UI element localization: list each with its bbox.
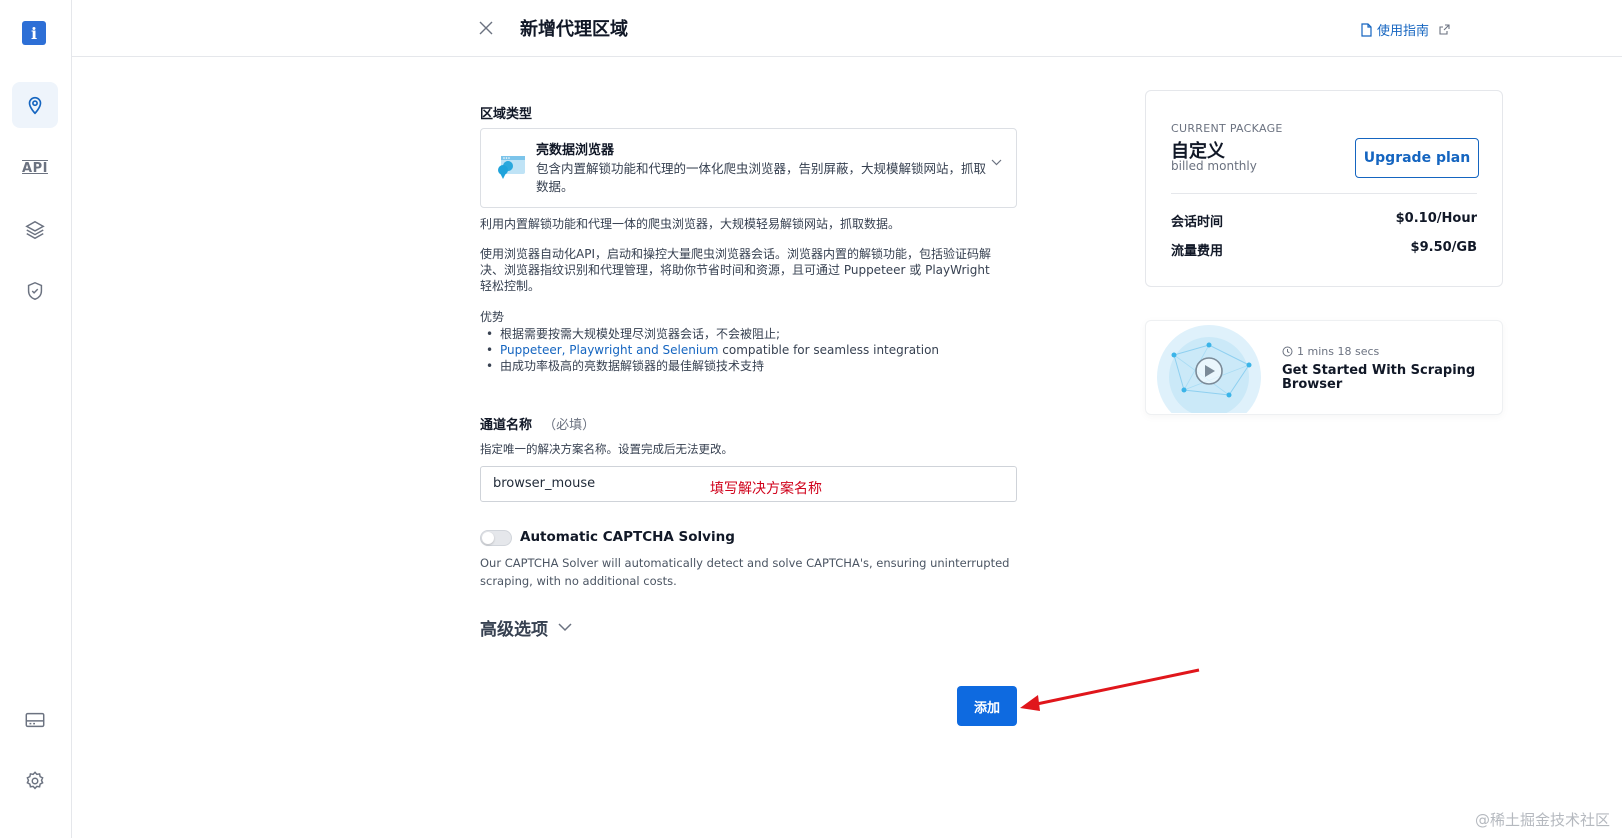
price-row: 流量费用 $9.50/GB	[1171, 240, 1477, 259]
shield-check-icon	[27, 281, 43, 301]
watermark: @稀土掘金技术社区	[1474, 811, 1610, 829]
page-header: 新增代理区域 使用指南	[72, 0, 1622, 57]
chevron-down-icon	[558, 623, 572, 632]
advantage-text: 根据需要按需大规模处理尽浏览器会话，不会被阻止;	[500, 327, 781, 341]
zone-type-description: 使用浏览器自动化API，启动和操控大量爬虫浏览器会话。浏览器内置的解锁功能，包括…	[480, 247, 991, 293]
add-button[interactable]: 添加	[957, 686, 1017, 726]
price-row: 会话时间 $0.10/Hour	[1171, 211, 1477, 230]
settings-gear-icon	[26, 771, 44, 790]
divider	[1171, 193, 1477, 194]
sidebar-item-settings[interactable]	[12, 758, 58, 804]
advantage-text: 由成功率极高的亮数据解锁器的最佳解锁技术支持	[500, 359, 765, 373]
clock-icon	[1282, 346, 1293, 357]
chevron-down-icon	[991, 159, 1002, 166]
sidebar-item-billing[interactable]	[12, 697, 58, 743]
browser-product-icon	[498, 156, 525, 179]
package-billing: billed monthly	[1171, 159, 1257, 173]
advantage-item: 根据需要按需大规模处理尽浏览器会话，不会被阻止;	[480, 326, 1020, 342]
zone-type-label: 区域类型	[480, 107, 533, 122]
document-icon	[1361, 22, 1372, 37]
captcha-description: Our CAPTCHA Solver will automatically de…	[480, 556, 1010, 588]
video-title: Get Started With Scraping Browser	[1282, 363, 1476, 392]
channel-name-input[interactable]: browser_mouse 填写解决方案名称	[480, 466, 1017, 502]
layers-icon	[25, 220, 45, 240]
location-pin-icon	[28, 96, 42, 115]
advanced-options-toggle[interactable]: 高级选项	[480, 615, 572, 640]
advantages-list: 根据需要按需大规模处理尽浏览器会话，不会被阻止; Puppeteer, Play…	[480, 326, 1020, 374]
price-label: 流量费用	[1171, 244, 1224, 259]
sidebar: i API	[0, 0, 72, 838]
duration-text: 1 mins 18 secs	[1297, 345, 1380, 358]
advantage-text: compatible for seamless integration	[718, 343, 940, 357]
sidebar-item-security[interactable]	[12, 268, 58, 314]
globe-video-thumbnail	[1157, 325, 1261, 413]
captcha-toggle[interactable]	[480, 530, 512, 546]
price-value: $9.50/GB	[1410, 240, 1477, 255]
guide-label: 使用指南	[1377, 24, 1430, 39]
required-hint: （必填）	[543, 418, 596, 433]
channel-label: 通道名称	[480, 418, 533, 433]
sidebar-item-proxies[interactable]	[12, 82, 58, 128]
guide-link[interactable]: 使用指南	[1360, 20, 1450, 39]
package-caption: CURRENT PACKAGE	[1171, 122, 1283, 135]
advantage-item: Puppeteer, Playwright and Selenium compa…	[480, 342, 1020, 358]
logo-glyph: i	[30, 23, 38, 43]
video-duration: 1 mins 18 secs	[1282, 345, 1379, 358]
sidebar-item-layers[interactable]	[12, 207, 58, 253]
annotation-arrow	[1020, 668, 1200, 711]
close-button[interactable]	[474, 16, 498, 40]
zone-type-summary: 利用内置解锁功能和代理一体的爬虫浏览器，大规模轻易解锁网站，抓取数据。	[480, 217, 901, 231]
upgrade-plan-button[interactable]: Upgrade plan	[1355, 138, 1479, 178]
advantages-title: 优势	[480, 310, 505, 324]
zone-type-select[interactable]: 亮数据浏览器 包含内置解锁功能和代理的一体化爬虫浏览器，告别屏蔽，大规模解锁网站…	[480, 128, 1017, 208]
advanced-options-label: 高级选项	[480, 620, 548, 640]
billing-card-icon	[25, 712, 45, 728]
external-link-icon	[1439, 24, 1450, 35]
page-title: 新增代理区域	[520, 19, 628, 40]
close-icon	[479, 21, 493, 35]
price-value: $0.10/Hour	[1395, 211, 1477, 226]
channel-help: 指定唯一的解决方案名称。设置完成后无法更改。	[480, 442, 733, 456]
sidebar-item-api[interactable]: API	[12, 145, 58, 191]
current-package-card: CURRENT PACKAGE 自定义 billed monthly Upgra…	[1145, 90, 1503, 287]
api-icon: API	[22, 160, 48, 176]
zone-type-selected-title: 亮数据浏览器	[536, 143, 615, 158]
channel-name-value: browser_mouse	[493, 476, 596, 491]
annotation-text: 填写解决方案名称	[710, 481, 822, 497]
advantage-item: 由成功率极高的亮数据解锁器的最佳解锁技术支持	[480, 358, 1020, 374]
zone-type-selected-desc: 包含内置解锁功能和代理的一体化爬虫浏览器，告别屏蔽，大规模解锁网站，抓取数据。	[536, 161, 987, 194]
captcha-label: Automatic CAPTCHA Solving	[520, 529, 735, 545]
price-label: 会话时间	[1171, 215, 1224, 230]
video-card[interactable]: 1 mins 18 secs Get Started With Scraping…	[1145, 320, 1503, 415]
frameworks-link[interactable]: Puppeteer, Playwright and Selenium	[500, 343, 718, 357]
channel-label-row: 通道名称 （必填）	[480, 414, 595, 433]
logo-info-icon[interactable]: i	[22, 21, 46, 45]
